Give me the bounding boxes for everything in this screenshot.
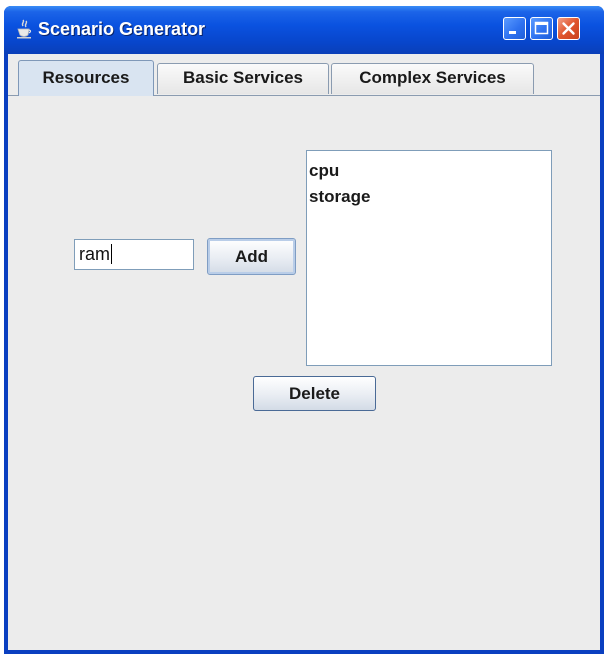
- delete-button[interactable]: Delete: [253, 376, 376, 411]
- close-icon: [562, 22, 575, 35]
- close-button[interactable]: [557, 17, 580, 40]
- resource-name-input[interactable]: ram: [74, 239, 194, 270]
- list-item[interactable]: cpu: [309, 158, 551, 184]
- tab-basic-services[interactable]: Basic Services: [157, 63, 329, 94]
- tab-complex-services[interactable]: Complex Services: [331, 63, 534, 94]
- add-button[interactable]: Add: [207, 238, 296, 275]
- minimize-icon: [509, 31, 516, 34]
- java-cup-icon[interactable]: [16, 19, 32, 39]
- resources-panel: ram Add cpu storage Delete: [8, 96, 600, 650]
- app-window: Scenario Generator Resources Basic Servi…: [4, 6, 604, 654]
- minimize-button[interactable]: [503, 17, 526, 40]
- list-item[interactable]: storage: [309, 184, 551, 210]
- tab-resources[interactable]: Resources: [18, 60, 154, 96]
- resources-list[interactable]: cpu storage: [306, 150, 552, 366]
- window-title: Scenario Generator: [38, 19, 206, 39]
- window-content: Resources Basic Services Complex Service…: [8, 54, 600, 650]
- maximize-icon: [534, 21, 549, 35]
- text-caret: [111, 244, 112, 264]
- title-bar[interactable]: Scenario Generator: [4, 6, 604, 54]
- resource-name-value: ram: [79, 244, 110, 264]
- maximize-button[interactable]: [530, 17, 553, 40]
- tab-bar: Resources Basic Services Complex Service…: [8, 54, 600, 96]
